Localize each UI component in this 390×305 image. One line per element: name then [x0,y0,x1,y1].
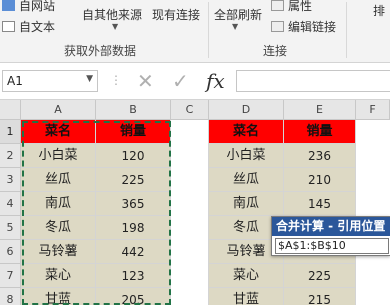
row-header[interactable]: 2 [0,144,21,168]
table-header-cell[interactable]: 菜名 [209,120,284,144]
table-cell[interactable]: 215 [284,288,356,305]
refresh-all-label: 全部刷新 [214,8,263,22]
table-cell[interactable]: 冬瓜 [21,216,96,240]
table-cell[interactable]: 225 [96,168,171,192]
text-file-icon [2,21,15,32]
from-web-button[interactable]: 自网站 [2,0,55,14]
table-header-cell[interactable]: 销量 [284,120,356,144]
column-header-a[interactable]: A [21,100,96,120]
row-header[interactable]: 8 [0,288,21,305]
existing-label: 现有连接 [152,8,201,22]
table-cell[interactable]: 小白菜 [21,144,96,168]
table-header-cell[interactable]: 销量 [96,120,171,144]
row-header[interactable]: 7 [0,264,21,288]
column-header-b[interactable]: B [96,100,171,120]
table-cell[interactable]: 马铃薯 [21,240,96,264]
table-cell[interactable]: 丝瓜 [209,168,284,192]
from-text-label: 自文本 [19,20,56,34]
properties-button[interactable]: 属性 [271,0,312,14]
formula-input[interactable] [236,70,390,92]
row-header[interactable]: 4 [0,192,21,216]
from-web-label: 自网站 [19,0,56,13]
table-cell[interactable]: 菜心 [209,264,284,288]
name-box-value: A1 [7,74,23,88]
properties-label: 属性 [288,0,313,13]
web-icon [2,0,15,11]
formula-bar: A1 ▼ ⋮ ✕ ✓ fx [0,63,390,100]
table-cell[interactable]: 123 [96,264,171,288]
row-header[interactable]: 5 [0,216,21,240]
group-divider [208,2,209,58]
from-other-label: 自其他来源 [82,8,143,22]
table-cell[interactable]: 365 [96,192,171,216]
table-header-cell[interactable]: 菜名 [21,120,96,144]
table-cell[interactable]: 236 [284,144,356,168]
reference-input[interactable]: $A$1:$B$10 [275,238,389,254]
connections-group-label: 连接 [263,44,288,58]
table-cell[interactable]: 小白菜 [209,144,284,168]
properties-icon [271,0,284,11]
empty-column-c[interactable] [171,120,209,305]
table-cell[interactable]: 120 [96,144,171,168]
table-cell[interactable]: 442 [96,240,171,264]
table-cell[interactable]: 225 [284,264,356,288]
table-cell[interactable]: 145 [284,192,356,216]
table-cell[interactable]: 菜心 [21,264,96,288]
row-header[interactable]: 6 [0,240,21,264]
empty-column-f[interactable] [356,120,390,305]
column-header-c[interactable]: C [171,100,209,120]
table-cell[interactable]: 205 [96,288,171,305]
dialog-title[interactable]: 合并计算 - 引用位置 [272,217,390,236]
table-cell[interactable]: 丝瓜 [21,168,96,192]
table-cell[interactable]: 南瓜 [209,192,284,216]
enter-icon[interactable]: ✓ [172,69,189,93]
select-all-corner[interactable] [0,100,21,120]
row-header[interactable]: 1 [0,120,21,144]
table-cell[interactable]: 210 [284,168,356,192]
sort-button[interactable]: 排 [373,2,385,19]
table-cell[interactable]: 甘蓝 [209,288,284,305]
row-header[interactable]: 3 [0,168,21,192]
chevron-down-icon: ▼ [232,22,239,31]
refresh-all-button[interactable]: 全部刷新 [214,6,262,23]
name-box[interactable]: A1 ▼ [2,70,98,92]
column-header-d[interactable]: D [209,100,284,120]
from-text-button[interactable]: 自文本 [2,18,55,35]
get-external-data-group-label: 获取外部数据 [64,44,137,58]
column-header-f[interactable]: F [356,100,390,120]
chevron-down-icon: ▼ [112,22,119,31]
consolidate-reference-dialog: 合并计算 - 引用位置 $A$1:$B$10 [271,216,390,256]
formula-bar-grip-icon[interactable]: ⋮ [110,73,122,87]
existing-connections-button[interactable]: 现有连接 [152,6,200,23]
insert-function-icon[interactable]: fx [206,69,225,93]
sort-label: 排 [373,4,386,18]
chevron-down-icon[interactable]: ▼ [86,74,93,84]
table-cell[interactable]: 198 [96,216,171,240]
edit-links-label: 编辑链接 [288,20,337,34]
cancel-icon[interactable]: ✕ [137,69,154,93]
edit-links-button[interactable]: 编辑链接 [271,18,336,35]
table-cell[interactable]: 甘蓝 [21,288,96,305]
table-cell[interactable]: 南瓜 [21,192,96,216]
ribbon: 自网站 自文本 自其他来源 ▼ 现有连接 获取外部数据 全部刷新 ▼ 属性 编辑… [0,0,390,63]
from-other-sources-button[interactable]: 自其他来源 [82,6,142,23]
group-divider [346,2,347,58]
link-icon [271,21,284,32]
column-header-e[interactable]: E [284,100,356,120]
